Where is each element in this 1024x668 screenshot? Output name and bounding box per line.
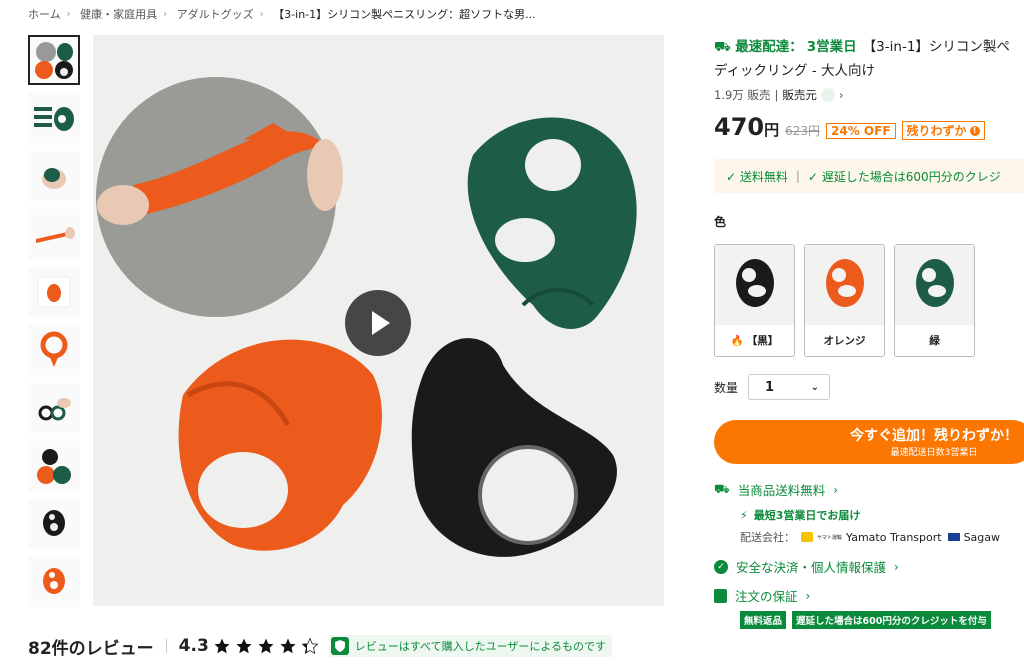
chevron-right-icon: › (894, 559, 899, 574)
chevron-right-icon: › (259, 8, 264, 20)
play-video-button[interactable] (345, 290, 411, 356)
discount-badge: 24% OFF (826, 123, 896, 139)
low-stock-badge[interactable]: 残りわずか! (901, 121, 985, 140)
secure-payment-link[interactable]: ✓ 安全な決済・個人情報保護 › (714, 557, 1024, 576)
chevron-right-icon[interactable]: › (839, 88, 844, 102)
quantity-label: 数量 (714, 380, 739, 395)
star-icon (236, 638, 252, 654)
fast-delivery-day: 3営業日 (806, 39, 857, 55)
verified-reviews-badge: レビューはすべて購入したユーザーによるものです (328, 635, 613, 657)
rating-value: 4.3 (178, 636, 209, 656)
chevron-right-icon: › (66, 8, 71, 20)
verified-text: レビューはすべて購入したユーザーによるものです (354, 640, 607, 653)
flame-icon: 🔥 (730, 335, 744, 347)
swatch-image (715, 245, 794, 325)
breadcrumb-health[interactable]: 健康・家庭用具 (80, 8, 157, 21)
fastest-delivery: ⚡ 最短3営業日でお届け (740, 508, 861, 523)
sold-info: 1.9万 販売 | 販売元 › (714, 87, 1024, 103)
yamato-logo (801, 532, 813, 542)
reviews-summary: 82件のレビュー 4.3 レビューはすべて購入したユーザーによるものです (28, 633, 613, 659)
thumbnail-8[interactable] (28, 441, 80, 491)
guarantee-tags: 無料返品 遅延した場合は600円分のクレジットを付与 (714, 611, 1024, 629)
price-row: 470円 623円 24% OFF 残りわずか! (714, 113, 1024, 141)
product-title: ⛟ 最速配達： 3営業日 【3-in-1】シリコン製ペ (714, 35, 1024, 59)
thumbnail-7[interactable] (28, 383, 80, 433)
thumbnail-10[interactable] (28, 557, 80, 607)
chevron-right-icon: › (833, 482, 839, 497)
thumbnail-6[interactable] (28, 325, 80, 375)
shipping-banner[interactable]: ✓ 送料無料 | ✓ 遅延した場合は600円分のクレジ (714, 159, 1024, 193)
reviews-count[interactable]: 82件のレビュー (28, 634, 154, 659)
color-option-orange[interactable]: オレンジ (804, 244, 885, 357)
truck-icon: ⛟ (714, 481, 730, 496)
seller-logo[interactable] (820, 88, 835, 102)
chevron-right-icon: › (163, 8, 168, 20)
seller-label[interactable]: 販売元 (782, 87, 817, 103)
star-partial-icon (301, 637, 319, 654)
carrier-yamato: ヤマト運輸 Yamato Transport (801, 531, 942, 544)
thumbnail-5[interactable] (28, 267, 80, 317)
swatch-image (895, 245, 974, 325)
sagawa-logo (947, 533, 960, 541)
thumbnail-3[interactable] (28, 151, 80, 201)
order-guarantee-link[interactable]: 注文の保証 › (714, 586, 1024, 605)
shield-icon (330, 637, 349, 655)
free-shipping-link[interactable]: ⛟ 当商品送料無料 › (714, 480, 1024, 499)
main-product-image[interactable] (93, 35, 664, 606)
yamato-brand-text: ヤマト運輸 (817, 534, 843, 541)
guarantee-icon (714, 588, 727, 603)
product-info: ⛟ 最速配達： 3営業日 【3-in-1】シリコン製ペ ディックリング - 大人向け… (714, 35, 1024, 629)
breadcrumb-home[interactable]: ホーム (28, 8, 61, 21)
swatch-image (805, 245, 884, 325)
delay-credit-tag: 遅延した場合は600円分のクレジットを付与 (792, 611, 991, 629)
star-icon (214, 638, 230, 654)
thumbnail-2[interactable] (28, 93, 80, 143)
quantity-row: 数量 1 ⌄ (714, 374, 1024, 400)
chevron-down-icon: ⌄ (810, 381, 820, 393)
sold-count: 1.9万 販売 (714, 88, 771, 102)
truck-icon: ⛟ (714, 39, 731, 55)
free-return-tag: 無料返品 (740, 611, 787, 629)
star-icon (280, 638, 296, 654)
original-price: 623円 (785, 124, 821, 138)
fast-delivery-label: 最速配達： (735, 39, 803, 55)
title-text-2: ディックリング - 大人向け (714, 63, 876, 79)
add-to-cart-button[interactable]: 今すぐ追加！残りわずか！ 最速配送日数3営業日 (714, 420, 1024, 464)
free-shipping-text: ✓ 送料無料 (726, 169, 788, 184)
info-icon: ! (969, 125, 980, 136)
chevron-right-icon: › (805, 588, 811, 603)
carrier-info: 配送会社： ヤマト運輸 Yamato Transport Sagaw (740, 530, 1001, 545)
credit-text: ✓ 遅延した場合は600円分のクレジ (807, 169, 1001, 184)
thumbnail-4[interactable] (28, 209, 80, 259)
color-options: 🔥 【黒】 オレンジ 緑 (714, 244, 1024, 357)
breadcrumb: ホーム › 健康・家庭用具 › アダルトグッズ › 【3-in-1】シリコン製ペニスリ… (28, 6, 536, 22)
shield-check-icon: ✓ (714, 559, 728, 574)
carrier-sagawa: Sagaw (947, 531, 1000, 544)
title-text-1: 【3-in-1】シリコン製ペ (862, 39, 1010, 55)
quantity-select[interactable]: 1 ⌄ (748, 374, 831, 400)
price: 470円 (714, 113, 780, 141)
divider (165, 639, 167, 653)
star-rating (213, 637, 319, 655)
thumbnail-list (28, 35, 82, 615)
color-option-black[interactable]: 🔥 【黒】 (714, 244, 795, 357)
divider: | (774, 88, 779, 102)
thumbnail-1[interactable] (28, 35, 80, 85)
color-label: 色 (714, 215, 727, 229)
breadcrumb-current: 【3-in-1】シリコン製ペニスリング：超ソフトな男... (273, 8, 536, 21)
breadcrumb-adult[interactable]: アダルトグッズ (177, 8, 254, 21)
thumbnail-9[interactable] (28, 499, 80, 549)
lightning-icon: ⚡ (740, 508, 748, 522)
star-icon (258, 638, 274, 654)
divider: | (795, 169, 800, 183)
color-option-green[interactable]: 緑 (894, 244, 975, 357)
